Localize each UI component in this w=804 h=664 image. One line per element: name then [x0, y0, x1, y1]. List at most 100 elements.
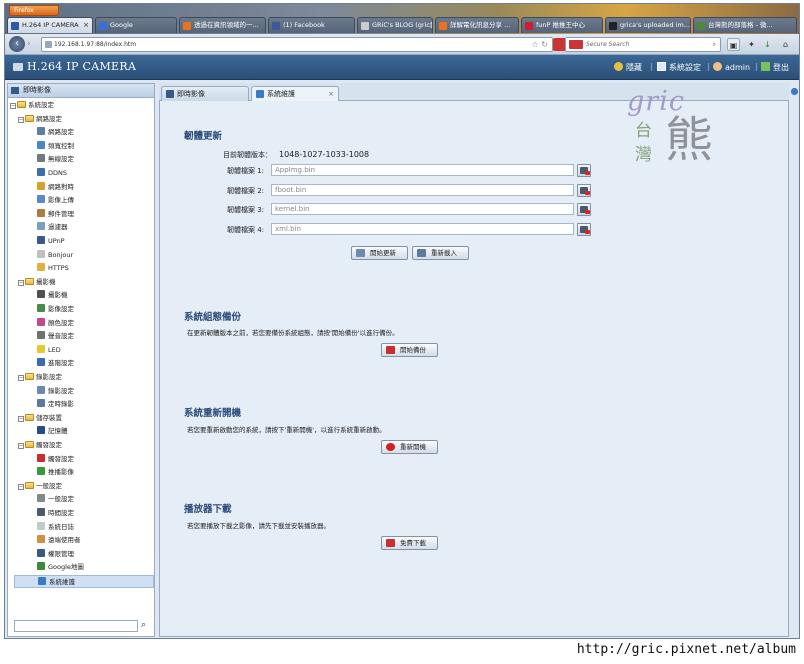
download-icon[interactable]: ↓ [761, 38, 774, 51]
address-bar[interactable]: 192.168.1.97:88/index.htm ☆ ↻ [41, 37, 553, 52]
tree-item[interactable]: UPnP [37, 235, 65, 248]
tree-label: 無線設定 [48, 155, 74, 164]
folder-icon [25, 481, 34, 489]
tree-item[interactable]: 顏色設定 [37, 317, 74, 330]
browser-tab[interactable]: funP 推推王中心 [521, 17, 603, 33]
extension-icon[interactable]: ✦ [745, 38, 758, 51]
reload-button[interactable]: 重新載入 [412, 246, 469, 260]
browser-tab[interactable]: H.264 IP CAMERA × [7, 17, 93, 33]
sidebar-header[interactable]: 即時影像 [8, 84, 154, 98]
sidebar-search-input[interactable] [14, 620, 138, 632]
forward-icon[interactable]: › [27, 39, 37, 49]
tab-live-view[interactable]: 即時影像 [161, 86, 249, 101]
start-update-button[interactable]: 開始更新 [351, 246, 408, 260]
browser-tab-label: H.264 IP CAMERA [22, 21, 79, 29]
tree-folder[interactable]: − 一般設定 [18, 480, 62, 493]
browse-file-button[interactable] [577, 183, 591, 197]
toolbar-menu-icon[interactable]: ▣ [727, 38, 740, 51]
search-icon[interactable]: ⌕ [713, 38, 716, 51]
collapse-icon[interactable]: − [18, 415, 24, 422]
collapse-icon[interactable]: − [18, 279, 24, 286]
browser-tab[interactable]: 台灣熊的部落格 - 微... [693, 17, 797, 33]
settings-icon [657, 62, 666, 71]
collapse-icon[interactable]: − [18, 116, 24, 123]
browser-tab[interactable]: (1) Facebook [268, 17, 355, 33]
tree-label: 郵件管理 [48, 209, 74, 218]
tree-item[interactable]: 記憶體 [37, 425, 68, 438]
search-engine-icon[interactable] [569, 40, 583, 49]
browse-file-button[interactable] [577, 164, 591, 177]
help-icon[interactable] [790, 87, 799, 96]
start-backup-button[interactable]: 開始備份 [381, 343, 438, 357]
collapse-icon[interactable]: − [18, 483, 24, 490]
tree-folder[interactable]: − 系統設定 [10, 99, 54, 112]
tree-item[interactable]: 攝影機 [37, 289, 68, 302]
tree-item[interactable]: 聲音設定 [37, 330, 74, 343]
tree-folder[interactable]: − 儲存裝置 [18, 412, 62, 425]
favicon-icon [183, 22, 191, 30]
tree-item[interactable]: 系統日誌 [37, 521, 74, 534]
close-icon[interactable]: × [328, 87, 334, 101]
tree-item[interactable]: 系統維護 [14, 575, 154, 588]
browser-tab[interactable]: 透過在資訊領域的一... [179, 17, 266, 33]
tree-folder[interactable]: − 錄影設定 [18, 371, 62, 384]
search-input[interactable]: Secure Search ⌕ [565, 37, 721, 52]
tree-folder[interactable]: − 攝影機 [18, 276, 56, 289]
bookmark-menu[interactable]: 隱藏 [614, 62, 642, 73]
tree-item[interactable]: Google地圖 [37, 561, 84, 574]
browse-file-button[interactable] [577, 203, 591, 216]
browser-tab[interactable]: GRiC's BLOG (gric創... [357, 17, 433, 33]
back-icon[interactable]: ‹ [9, 36, 25, 52]
tree-item[interactable]: 進階設定 [37, 357, 74, 370]
tree-item[interactable]: 觸發設定 [37, 453, 74, 466]
tree-item[interactable]: 遠端使用者 [37, 534, 81, 547]
reboot-button[interactable]: 重新開機 [381, 440, 438, 454]
tree-item[interactable]: 推播影像 [37, 466, 74, 479]
firmware-file-input[interactable]: fboot.bin [271, 183, 574, 196]
tree-item[interactable]: HTTPS [37, 262, 69, 275]
tree-item[interactable]: 錄影設定 [37, 385, 74, 398]
home-icon[interactable]: ⌂ [779, 38, 792, 51]
tree-item[interactable]: 影像設定 [37, 303, 74, 316]
firmware-file-input[interactable]: xml.bin [271, 222, 574, 235]
browser-tab[interactable]: Google [95, 17, 177, 33]
collapse-icon[interactable]: − [18, 443, 24, 449]
browser-tab[interactable]: grica's uploaded im... [605, 17, 691, 33]
badge-icon [585, 210, 590, 214]
start-backup-label: 開始備份 [400, 346, 426, 354]
firmware-file-input[interactable]: AppImg.bin [271, 164, 574, 176]
tree-item[interactable]: 無線設定 [37, 153, 74, 166]
logout-menu[interactable]: 登出 [761, 62, 789, 73]
tree-folder[interactable]: − 觸發設定 [18, 439, 62, 452]
tree-item[interactable]: 定時錄影 [37, 398, 74, 411]
tree-item[interactable]: 頻寬控制 [37, 140, 74, 153]
tree-item-icon [37, 263, 45, 272]
tree-item[interactable]: DDNS [37, 167, 67, 180]
collapse-icon[interactable]: − [18, 375, 24, 381]
bookmark-star-icon[interactable]: ☆ ↻ [532, 38, 548, 51]
tree-item[interactable]: 過濾器 [37, 221, 68, 234]
tree-item[interactable]: 網路設定 [37, 126, 74, 139]
tree-item[interactable]: 網路對時 [37, 181, 74, 194]
firefox-menu-button[interactable]: Firefox [9, 5, 59, 16]
browse-file-button[interactable] [577, 222, 591, 236]
close-icon[interactable]: × [83, 18, 89, 33]
tree-folder[interactable]: − 網路設定 [18, 113, 62, 126]
site-identity-icon[interactable] [45, 41, 52, 48]
tree-item[interactable]: 一般設定 [37, 493, 74, 506]
tree-item[interactable]: 權限管理 [37, 548, 74, 561]
tree-item[interactable]: 郵件管理 [37, 208, 74, 221]
search-icon[interactable]: ⌕ [141, 619, 153, 631]
tree-item[interactable]: 時間設定 [37, 507, 74, 520]
tree-item[interactable]: LED [37, 344, 61, 357]
free-download-button[interactable]: 免費下載 [381, 536, 438, 550]
tab-system-maintenance[interactable]: 系統維護 × [251, 86, 339, 102]
tree-item[interactable]: Bonjour [37, 249, 73, 262]
firmware-file-input[interactable]: kernel.bin [271, 203, 574, 215]
browser-tab[interactable]: 詳解電化訊息分享 ... [435, 17, 519, 33]
tree-label: 記憶體 [48, 427, 68, 436]
user-menu[interactable]: admin [713, 62, 750, 72]
collapse-icon[interactable]: − [10, 103, 16, 109]
tree-item[interactable]: 影像上傳 [37, 194, 74, 207]
system-settings-menu[interactable]: 系統設定 [657, 62, 701, 73]
